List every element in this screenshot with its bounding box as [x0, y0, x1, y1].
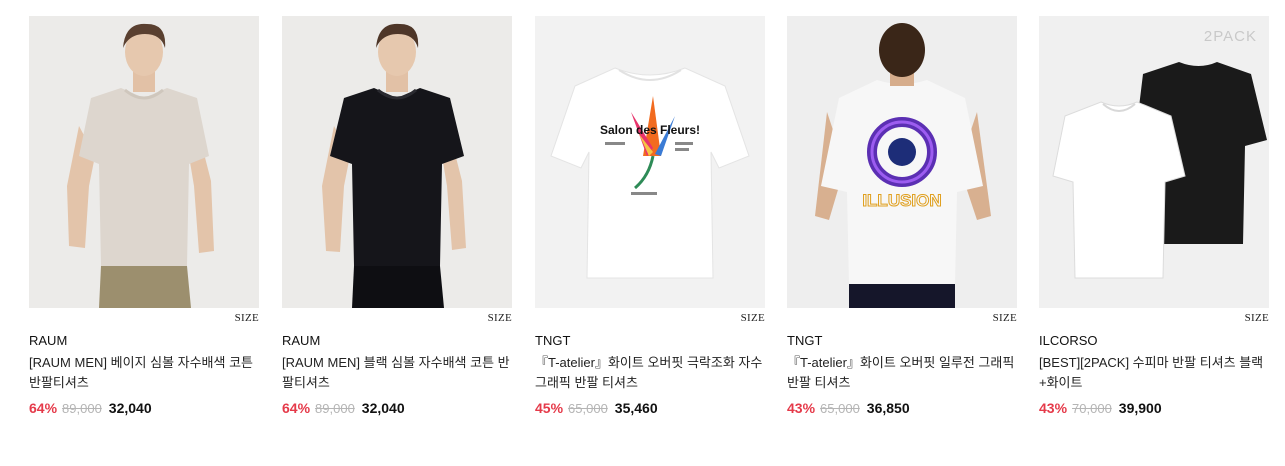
- product-image[interactable]: Salon des Fleurs!: [535, 16, 765, 308]
- size-link[interactable]: SIZE: [1039, 311, 1269, 325]
- shirt-graphic-text: ILLUSION: [862, 191, 941, 210]
- model-beige-tshirt-image: [29, 16, 259, 308]
- price-row: 64% 89,000 32,040: [29, 399, 259, 418]
- product-brand[interactable]: TNGT: [535, 333, 765, 349]
- model-black-tshirt-image: [282, 16, 512, 308]
- discount-rate: 64%: [29, 400, 58, 416]
- size-link[interactable]: SIZE: [282, 311, 512, 325]
- size-link[interactable]: SIZE: [535, 311, 765, 325]
- product-grid: SIZE RAUM [RAUM MEN] 베이지 심볼 자수배색 코튼 반팔티셔…: [0, 0, 1285, 466]
- product-card[interactable]: SIZE RAUM [RAUM MEN] 블랙 심볼 자수배색 코튼 반팔티셔츠…: [282, 16, 512, 418]
- price-row: 43% 70,000 39,900: [1039, 399, 1269, 418]
- product-name[interactable]: 『T-atelier』화이트 오버핏 일루전 그래픽 반팔 티셔츠: [787, 353, 1017, 393]
- size-link[interactable]: SIZE: [29, 311, 259, 325]
- product-card[interactable]: 2PACK SIZE ILCORSO [BEST][2PACK] 수피마 반팔 …: [1039, 16, 1269, 418]
- price-row: 45% 65,000 35,460: [535, 399, 765, 418]
- discount-rate: 64%: [282, 400, 311, 416]
- product-name[interactable]: 『T-atelier』화이트 오버핏 극락조화 자수 그래픽 반팔 티셔츠: [535, 353, 765, 393]
- product-brand[interactable]: RAUM: [282, 333, 512, 349]
- product-name[interactable]: [BEST][2PACK] 수피마 반팔 티셔츠 블랙+화이트: [1039, 353, 1269, 393]
- original-price: 70,000: [1072, 401, 1112, 416]
- product-image[interactable]: ILLUSION: [787, 16, 1017, 308]
- product-card[interactable]: Salon des Fleurs! SIZE TNGT 『T-atelier』화…: [535, 16, 765, 418]
- product-name[interactable]: [RAUM MEN] 베이지 심볼 자수배색 코튼 반팔티셔츠: [29, 353, 259, 393]
- sale-price: 32,040: [108, 400, 152, 416]
- price-row: 64% 89,000 32,040: [282, 399, 512, 418]
- product-name[interactable]: [RAUM MEN] 블랙 심볼 자수배색 코튼 반팔티셔츠: [282, 353, 512, 393]
- original-price: 89,000: [62, 401, 102, 416]
- flat-white-graphic-tshirt-image: Salon des Fleurs!: [535, 16, 765, 308]
- original-price: 65,000: [820, 401, 860, 416]
- original-price: 89,000: [315, 401, 355, 416]
- product-brand[interactable]: TNGT: [787, 333, 1017, 349]
- original-price: 65,000: [568, 401, 608, 416]
- product-card[interactable]: ILLUSION SIZE TNGT 『T-atelier』화이트 오버핏 일루…: [787, 16, 1017, 418]
- product-brand[interactable]: ILCORSO: [1039, 333, 1269, 349]
- product-image[interactable]: [282, 16, 512, 308]
- discount-rate: 43%: [1039, 400, 1068, 416]
- model-back-illusion-tshirt-image: ILLUSION: [787, 16, 1017, 308]
- price-row: 43% 65,000 36,850: [787, 399, 1017, 418]
- size-link[interactable]: SIZE: [787, 311, 1017, 325]
- pack-label: 2PACK: [1203, 28, 1257, 45]
- discount-rate: 43%: [787, 400, 816, 416]
- sale-price: 39,900: [1118, 400, 1162, 416]
- product-brand[interactable]: RAUM: [29, 333, 259, 349]
- shirt-graphic-text: Salon des Fleurs!: [600, 123, 700, 137]
- sale-price: 32,040: [361, 400, 405, 416]
- two-pack-tshirt-image: [1039, 16, 1269, 308]
- sale-price: 36,850: [866, 400, 910, 416]
- product-card[interactable]: SIZE RAUM [RAUM MEN] 베이지 심볼 자수배색 코튼 반팔티셔…: [29, 16, 259, 418]
- product-image[interactable]: [29, 16, 259, 308]
- discount-rate: 45%: [535, 400, 564, 416]
- sale-price: 35,460: [614, 400, 658, 416]
- product-image[interactable]: 2PACK: [1039, 16, 1269, 308]
